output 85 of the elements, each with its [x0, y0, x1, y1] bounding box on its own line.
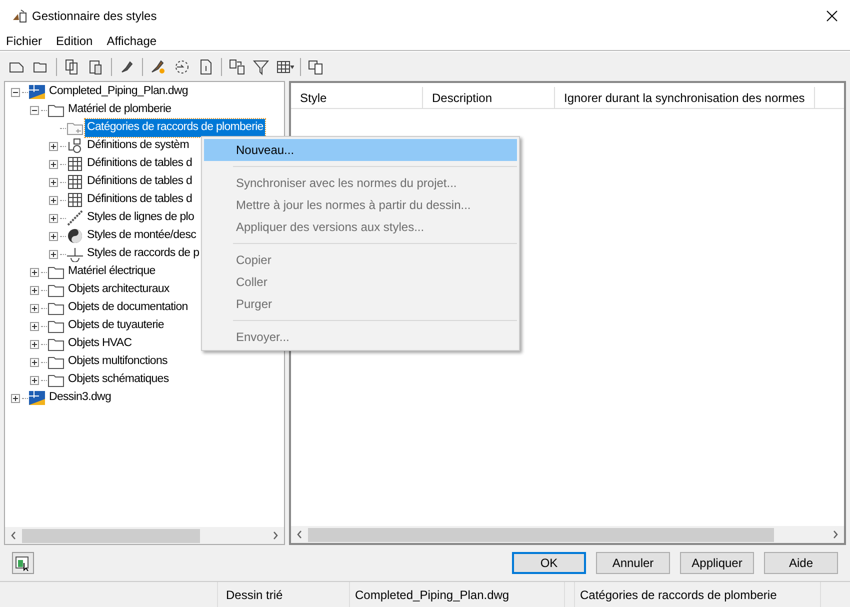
tree-item[interactable]: Matériel de plomberie — [66, 101, 174, 119]
window-icon[interactable] — [307, 58, 325, 76]
tree-item[interactable]: Completed_Piping_Plan.dwg — [47, 83, 190, 101]
column-header[interactable]: Ignorer durant la synchronisation des normes — [555, 87, 815, 108]
window-title: Gestionnaire des styles — [32, 8, 157, 25]
dialog-button[interactable]: OK — [512, 552, 586, 574]
tree-item[interactable]: Catégories de raccords de plomberie — [85, 119, 266, 137]
app-icon — [12, 8, 28, 24]
expand-icon[interactable] — [30, 340, 39, 348]
folder-icon — [47, 264, 65, 280]
expand-icon[interactable] — [30, 304, 39, 312]
window-select-button[interactable] — [12, 552, 34, 574]
tree-item[interactable]: Dessin3.dwg — [47, 389, 113, 407]
tree-item[interactable]: Définitions de tables d — [85, 173, 194, 191]
menu-item[interactable]: Purger — [204, 293, 517, 315]
tree-item[interactable]: Définitions de tables d — [85, 191, 194, 209]
tree-item[interactable]: Définitions de tables d — [85, 155, 194, 173]
table-icon — [66, 156, 84, 172]
brush-icon[interactable] — [149, 58, 167, 76]
horizontal-scrollbar[interactable] — [291, 526, 844, 543]
folder-icon — [47, 372, 65, 388]
tree-item[interactable]: Objets de tuyauterie — [66, 317, 166, 335]
folder-icon — [47, 354, 65, 370]
menu-item[interactable]: Coller — [204, 271, 517, 293]
column-header[interactable]: Description — [423, 87, 555, 108]
tree-item[interactable]: Objets HVAC — [66, 335, 134, 353]
expand-icon[interactable] — [49, 250, 58, 258]
tree-item[interactable]: Objets schématiques — [66, 371, 171, 389]
tree-item[interactable]: Objets de documentation — [66, 299, 190, 317]
table-icon — [66, 174, 84, 190]
window-cursor-icon — [15, 555, 31, 571]
menu-item[interactable]: Affichage — [106, 32, 157, 50]
menu-item[interactable]: Synchroniser avec les normes du projet... — [204, 172, 517, 194]
menu-item[interactable]: Appliquer des versions aux styles... — [204, 216, 517, 238]
status-text: Completed_Piping_Plan.dwg — [350, 582, 565, 607]
fitting-icon — [66, 246, 84, 262]
filter-icon[interactable] — [252, 58, 270, 76]
riser-icon — [66, 228, 84, 244]
dialog-button[interactable]: Appliquer — [680, 552, 754, 574]
tree-item[interactable]: Styles de lignes de plo — [85, 209, 196, 227]
expand-icon[interactable] — [30, 286, 39, 294]
expand-icon[interactable] — [30, 376, 39, 384]
menu-item[interactable]: Envoyer... — [204, 326, 517, 348]
expand-icon[interactable] — [49, 196, 58, 204]
expand-icon[interactable] — [49, 232, 58, 240]
drawing-file-icon — [28, 390, 46, 406]
expand-icon[interactable] — [30, 268, 39, 276]
folder-icon — [47, 336, 65, 352]
folder-icon — [47, 318, 65, 334]
menu-item[interactable]: Fichier — [6, 32, 42, 50]
close-icon[interactable] — [826, 10, 838, 22]
menu-item[interactable]: Edition — [56, 32, 93, 50]
status-text: Dessin trié — [218, 582, 350, 607]
dialog-button[interactable]: Annuler — [596, 552, 670, 574]
sync-icon[interactable] — [173, 58, 191, 76]
expand-icon[interactable] — [30, 322, 39, 330]
menu-item[interactable]: Nouveau... — [204, 139, 517, 161]
tree-item[interactable]: Styles de montée/desc — [85, 227, 198, 245]
horizontal-scrollbar[interactable] — [5, 527, 284, 544]
expand-icon[interactable] — [49, 214, 58, 222]
tree-item[interactable]: Matériel électrique — [66, 263, 158, 281]
folder-icon — [47, 300, 65, 316]
tree-item[interactable]: Définitions de systèm — [85, 137, 191, 155]
status-text: Catégories de raccords de plomberie — [575, 582, 821, 607]
collapse-icon[interactable] — [30, 106, 39, 114]
expand-icon[interactable] — [49, 142, 58, 150]
pipe-line-icon — [66, 210, 84, 226]
column-header[interactable]: Style — [291, 87, 423, 108]
dialog-button[interactable]: Aide — [764, 552, 838, 574]
tree-item[interactable]: Styles de raccords de p — [85, 245, 202, 263]
expand-icon[interactable] — [49, 178, 58, 186]
tree-item[interactable]: Objets architecturaux — [66, 281, 172, 299]
folder-icon — [47, 102, 65, 118]
compare-icon[interactable] — [228, 58, 246, 76]
drawing-file-icon — [28, 84, 46, 100]
tree-item[interactable]: Objets multifonctions — [66, 353, 170, 371]
menu-item[interactable]: Mettre à jour les normes à partir du dessin... — [204, 194, 517, 216]
folder-icon — [47, 282, 65, 298]
valve-icon — [66, 138, 84, 154]
expand-icon[interactable] — [30, 358, 39, 366]
menu-item[interactable]: Copier — [204, 249, 517, 271]
expand-icon[interactable] — [11, 394, 20, 402]
collapse-icon[interactable] — [11, 88, 20, 96]
expand-icon[interactable] — [49, 160, 58, 168]
table-icon — [66, 192, 84, 208]
